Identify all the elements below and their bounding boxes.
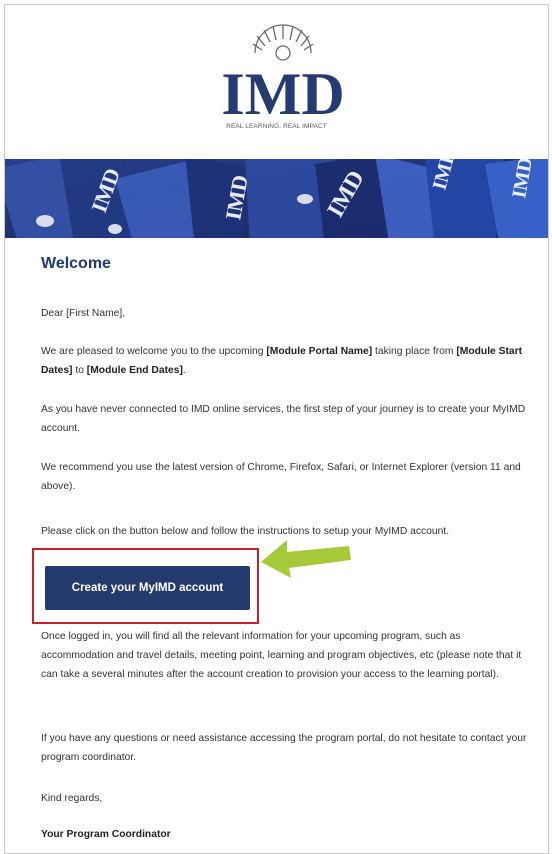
create-account-button[interactable]: Create your MyIMD account bbox=[45, 566, 250, 610]
browsers-paragraph: We recommend you use the latest version … bbox=[41, 462, 521, 492]
sunburst-icon bbox=[252, 24, 314, 61]
email-frame: IMD REAL LEARNING. REAL IMPACT IMD IMD I… bbox=[4, 4, 549, 854]
questions-paragraph: If you have any questions or need assist… bbox=[41, 733, 527, 763]
email-body: Welcome Dear [First Name], We are please… bbox=[41, 255, 531, 840]
logo-wordmark: IMD bbox=[221, 61, 344, 121]
intro-text-2: taking place from bbox=[372, 346, 457, 357]
lanyard-banner-image: IMD IMD IMD IMD IMD bbox=[5, 159, 548, 238]
green-arrow-icon bbox=[261, 540, 351, 578]
imd-logo: IMD bbox=[221, 24, 345, 121]
closing-text: Kind regards, bbox=[41, 793, 103, 804]
logo-header: IMD REAL LEARNING. REAL IMPACT bbox=[5, 15, 548, 155]
end-dates: [Module End Dates] bbox=[86, 365, 183, 376]
intro-text-4: . bbox=[182, 365, 186, 376]
logo-tagline: REAL LEARNING. REAL IMPACT bbox=[226, 123, 327, 130]
signature-text: Your Program Coordinator bbox=[41, 829, 171, 840]
first-step-paragraph: As you have never connected to IMD onlin… bbox=[41, 404, 526, 434]
portal-name: [Module Portal Name] bbox=[266, 346, 373, 357]
welcome-heading: Welcome bbox=[41, 255, 111, 272]
intro-text-3: to bbox=[72, 365, 87, 376]
intro-text-1: We are pleased to welcome you to the upc… bbox=[41, 346, 267, 357]
after-login-paragraph: Once logged in, you will find all the re… bbox=[41, 631, 522, 680]
greeting-text: Dear [First Name], bbox=[41, 308, 126, 319]
intro-paragraph: We are pleased to welcome you to the upc… bbox=[41, 342, 531, 380]
